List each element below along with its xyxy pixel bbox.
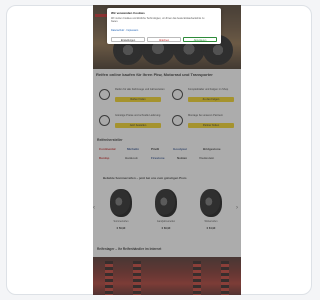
modal-backdrop[interactable] [93,5,241,295]
reject-button[interactable]: Ablehnen [147,37,181,42]
settings-button[interactable]: Einstellungen [111,37,145,42]
consent-links[interactable]: Datenschutz · Impressum [111,29,138,32]
consent-title: Wir verwenden Cookies [111,11,145,15]
consent-text: Wir nutzen Cookies und ähnliche Technolo… [111,17,205,23]
accept-button[interactable]: Akzeptieren [183,37,217,42]
cookie-consent-dialog: Wir verwenden Cookies Wir nutzen Cookies… [107,8,221,44]
